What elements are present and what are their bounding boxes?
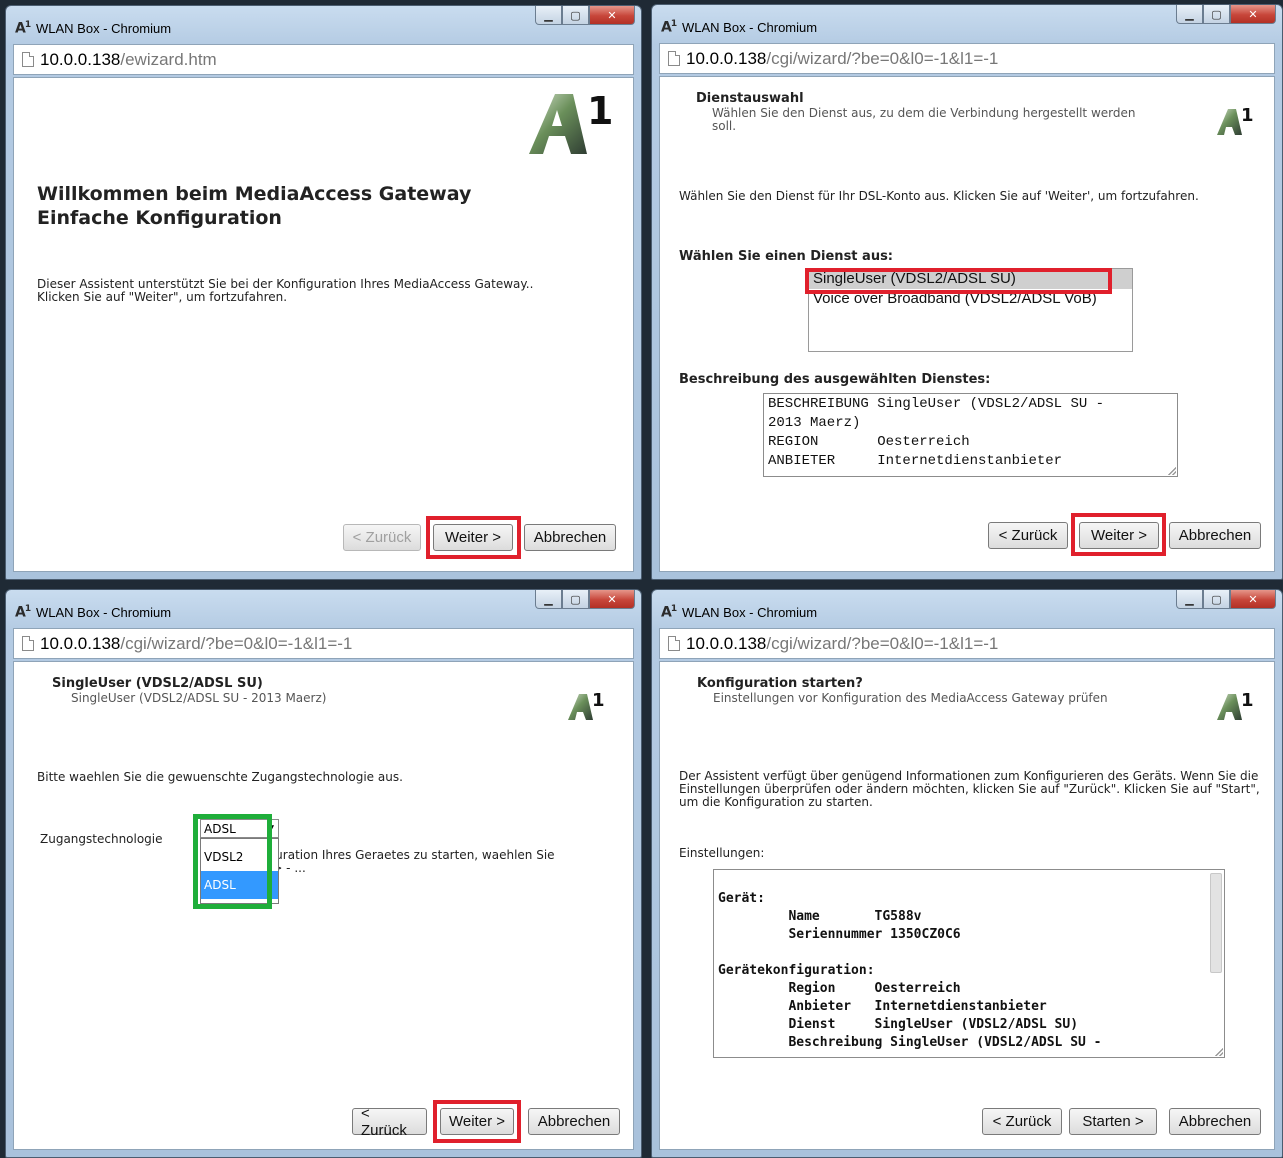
svg-text:1: 1	[1241, 690, 1254, 711]
maximize-icon[interactable]: ▢	[1203, 5, 1230, 24]
minimize-icon[interactable]: ▁	[535, 6, 562, 25]
a1-logo: 1	[568, 690, 605, 720]
settings-label: Einstellungen:	[679, 846, 765, 860]
maximize-icon[interactable]: ▢	[562, 590, 589, 609]
a1-app-icon: A1	[661, 604, 677, 621]
wizard-content: SingleUser (VDSL2/ADSL SU) SingleUser (V…	[13, 661, 634, 1150]
chevron-down-icon: ▼	[267, 823, 274, 834]
wizard-content: 1 Willkommen beim MediaAccess Gateway Ei…	[13, 77, 634, 572]
window-titlebar[interactable]: A1 WLAN Box - Chromium ▁ ▢ ✕	[6, 590, 641, 628]
window-title: WLAN Box - Chromium	[682, 605, 818, 620]
back-button[interactable]: < Zurück	[988, 522, 1068, 549]
settings-textarea[interactable]: Gerät: Name TG588v Seriennummer 1350CZ0C…	[713, 869, 1225, 1058]
browser-window-service-select: A1 WLAN Box - Chromium ▁ ▢ ✕ 10.0.0.138/…	[651, 4, 1283, 580]
page-icon	[22, 636, 34, 651]
url-path: /ewizard.htm	[120, 49, 217, 69]
obscured-text: figuration Ihres Geraetes zu starten, wa…	[260, 848, 555, 875]
svg-text:1: 1	[592, 690, 605, 711]
step-subtitle: Wählen Sie den Dienst aus, zu dem die Ve…	[712, 106, 1136, 133]
address-bar[interactable]: 10.0.0.138/ewizard.htm	[13, 44, 634, 75]
start-button[interactable]: Starten >	[1069, 1108, 1157, 1135]
browser-window-welcome: A1 WLAN Box - Chromium ▁ ▢ ✕ 10.0.0.138/…	[5, 5, 642, 580]
maximize-icon[interactable]: ▢	[562, 6, 589, 25]
window-title: WLAN Box - Chromium	[36, 605, 172, 620]
selected-value: ADSL	[204, 821, 236, 836]
window-titlebar[interactable]: A1 WLAN Box - Chromium ▁ ▢ ✕	[652, 5, 1282, 43]
next-button[interactable]: Weiter >	[433, 524, 513, 551]
a1-logo: 1	[1217, 690, 1254, 720]
option-adsl[interactable]: ADSL	[201, 871, 278, 899]
a1-logo: 1	[529, 89, 611, 154]
address-bar[interactable]: 10.0.0.138/cgi/wizard/?be=0&l0=-1&l1=-1	[659, 628, 1275, 659]
back-button[interactable]: < Zurück	[343, 524, 421, 551]
page-icon	[668, 636, 680, 651]
close-icon[interactable]: ✕	[589, 6, 635, 25]
window-titlebar[interactable]: A1 WLAN Box - Chromium ▁ ▢ ✕	[652, 590, 1282, 628]
step-title: Konfiguration starten?	[697, 676, 863, 691]
cancel-button[interactable]: Abbrechen	[1169, 1108, 1261, 1135]
url-host: 10.0.0.138	[40, 49, 121, 69]
a1-app-icon: A1	[15, 604, 31, 621]
window-titlebar[interactable]: A1 WLAN Box - Chromium ▁ ▢ ✕	[6, 6, 641, 44]
scrollbar-thumb[interactable]	[1210, 873, 1222, 973]
option-vdsl2[interactable]: VDSL2	[201, 843, 278, 871]
access-technology-select[interactable]: ADSL ▼	[200, 819, 279, 838]
field-label: Zugangstechnologie	[40, 832, 163, 846]
close-icon[interactable]: ✕	[1230, 590, 1276, 609]
service-listbox[interactable]: SingleUser (VDSL2/ADSL SU) Voice over Br…	[808, 268, 1133, 352]
page-icon	[22, 52, 34, 67]
a1-app-icon: A1	[15, 20, 31, 37]
wizard-content: Konfiguration starten? Einstellungen vor…	[659, 661, 1275, 1150]
intro-text: Dieser Assistent unterstützt Sie bei der…	[37, 277, 534, 304]
cancel-button[interactable]: Abbrechen	[1169, 522, 1261, 549]
step-subtitle: SingleUser (VDSL2/ADSL SU - 2013 Maerz)	[71, 691, 327, 705]
next-button[interactable]: Weiter >	[440, 1108, 514, 1135]
resize-grip-icon[interactable]	[1215, 1048, 1223, 1056]
instruction-text: Wählen Sie den Dienst für Ihr DSL-Konto …	[679, 189, 1199, 203]
url-host: 10.0.0.138	[686, 633, 767, 653]
description-label: Beschreibung des ausgewählten Dienstes:	[679, 372, 991, 387]
page-icon	[668, 51, 680, 66]
description-textarea[interactable]: BESCHREIBUNG SingleUser (VDSL2/ADSL SU -…	[763, 393, 1178, 477]
minimize-icon[interactable]: ▁	[1176, 590, 1203, 609]
back-button[interactable]: < Zurück	[982, 1108, 1062, 1135]
list-item[interactable]: Voice over Broadband (VDSL2/ADSL VoB)	[809, 289, 1132, 309]
url-path: /cgi/wizard/?be=0&l0=-1&l1=-1	[120, 633, 353, 653]
url-host: 10.0.0.138	[40, 633, 121, 653]
list-item[interactable]: SingleUser (VDSL2/ADSL SU)	[809, 269, 1132, 289]
url-path: /cgi/wizard/?be=0&l0=-1&l1=-1	[766, 633, 999, 653]
instruction-text: Bitte waehlen Sie die gewuenschte Zugang…	[37, 770, 403, 784]
step-title: Dienstauswahl	[696, 91, 804, 106]
step-title: SingleUser (VDSL2/ADSL SU)	[52, 676, 263, 691]
minimize-icon[interactable]: ▁	[535, 590, 562, 609]
a1-logo: 1	[1217, 105, 1254, 135]
back-button[interactable]: < Zurück	[352, 1105, 427, 1139]
maximize-icon[interactable]: ▢	[1203, 590, 1230, 609]
svg-text:1: 1	[1241, 105, 1254, 126]
address-bar[interactable]: 10.0.0.138/cgi/wizard/?be=0&l0=-1&l1=-1	[659, 43, 1275, 74]
url-host: 10.0.0.138	[686, 48, 767, 68]
service-label: Wählen Sie einen Dienst aus:	[679, 249, 894, 264]
next-button[interactable]: Weiter >	[1079, 522, 1159, 549]
close-icon[interactable]: ✕	[589, 590, 635, 609]
close-icon[interactable]: ✕	[1230, 5, 1276, 24]
svg-text:1: 1	[587, 89, 611, 133]
window-title: WLAN Box - Chromium	[36, 21, 172, 36]
address-bar[interactable]: 10.0.0.138/cgi/wizard/?be=0&l0=-1&l1=-1	[13, 628, 634, 659]
url-path: /cgi/wizard/?be=0&l0=-1&l1=-1	[766, 48, 999, 68]
cancel-button[interactable]: Abbrechen	[524, 524, 616, 551]
instruction-text: Der Assistent verfügt über genügend Info…	[679, 769, 1260, 809]
browser-window-start-config: A1 WLAN Box - Chromium ▁ ▢ ✕ 10.0.0.138/…	[651, 589, 1283, 1158]
minimize-icon[interactable]: ▁	[1176, 5, 1203, 24]
resize-grip-icon[interactable]	[1168, 467, 1176, 475]
wizard-content: Dienstauswahl Wählen Sie den Dienst aus,…	[659, 76, 1275, 572]
dropdown-list[interactable]: VDSL2 ADSL	[200, 838, 279, 904]
window-title: WLAN Box - Chromium	[682, 20, 818, 35]
cancel-button[interactable]: Abbrechen	[528, 1108, 620, 1135]
step-subtitle: Einstellungen vor Konfiguration des Medi…	[713, 691, 1108, 705]
a1-app-icon: A1	[661, 19, 677, 36]
page-title: Willkommen beim MediaAccess Gateway Einf…	[37, 183, 472, 229]
browser-window-access-technology: A1 WLAN Box - Chromium ▁ ▢ ✕ 10.0.0.138/…	[5, 589, 642, 1158]
